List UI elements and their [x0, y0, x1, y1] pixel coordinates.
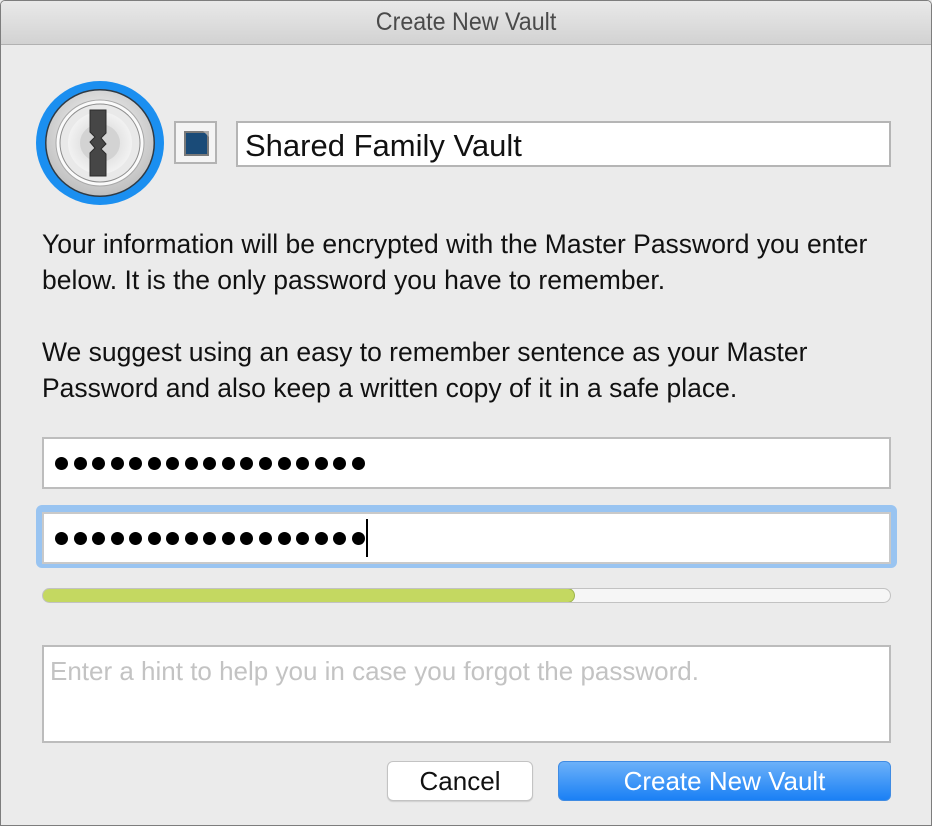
password-dot: [55, 531, 68, 545]
masked-password: [44, 456, 370, 470]
password-dot: [296, 531, 310, 545]
password-dot: [351, 531, 365, 545]
password-dot: [351, 456, 365, 470]
password-dot: [147, 456, 161, 470]
password-dot: [129, 456, 143, 470]
password-dot: [259, 531, 273, 545]
masked-password: [44, 531, 370, 545]
password-dot: [129, 531, 143, 545]
suggestion-text: We suggest using an easy to remember sen…: [42, 337, 808, 403]
password-dot: [55, 456, 68, 470]
password-dot: [110, 531, 124, 545]
1password-keyhole-icon: [35, 80, 165, 206]
password-dot: [277, 456, 291, 470]
password-dot: [184, 456, 198, 470]
color-swatch-icon: [184, 131, 209, 156]
title-bar[interactable]: Create New Vault: [1, 1, 931, 45]
password-dot: [166, 456, 180, 470]
password-strength-fill: [43, 589, 576, 602]
password-dot: [184, 531, 198, 545]
password-dot: [333, 456, 347, 470]
password-dot: [147, 531, 161, 545]
password-dot: [296, 456, 310, 470]
password-dot: [333, 531, 347, 545]
password-dot: [73, 531, 87, 545]
vault-color-button[interactable]: [174, 121, 217, 164]
encryption-info-text: Your information will be encrypted with …: [42, 229, 868, 295]
password-dot: [240, 456, 254, 470]
password-dot: [73, 456, 87, 470]
password-dot: [166, 531, 180, 545]
password-dot: [92, 531, 106, 545]
password-dot: [203, 531, 217, 545]
password-dot: [314, 456, 328, 470]
password-dot: [240, 531, 254, 545]
password-hint-input[interactable]: [42, 645, 891, 743]
cancel-button[interactable]: Cancel: [387, 761, 533, 801]
password-dot: [259, 456, 273, 470]
master-password-input[interactable]: [42, 437, 891, 489]
text-caret: [366, 519, 369, 557]
password-dot: [203, 456, 217, 470]
confirm-password-input[interactable]: [42, 512, 891, 564]
create-vault-dialog: Create New Vault Shared Family Vault You…: [0, 0, 932, 826]
password-dot: [277, 531, 291, 545]
password-dot: [314, 531, 328, 545]
window-title: Create New Vault: [375, 8, 557, 36]
create-new-vault-button[interactable]: Create New Vault: [558, 761, 891, 801]
password-dot: [221, 531, 235, 545]
password-dot: [92, 456, 106, 470]
password-strength-meter: [42, 588, 891, 603]
password-dot: [221, 456, 235, 470]
vault-name-input[interactable]: [236, 121, 891, 167]
password-dot: [110, 456, 124, 470]
